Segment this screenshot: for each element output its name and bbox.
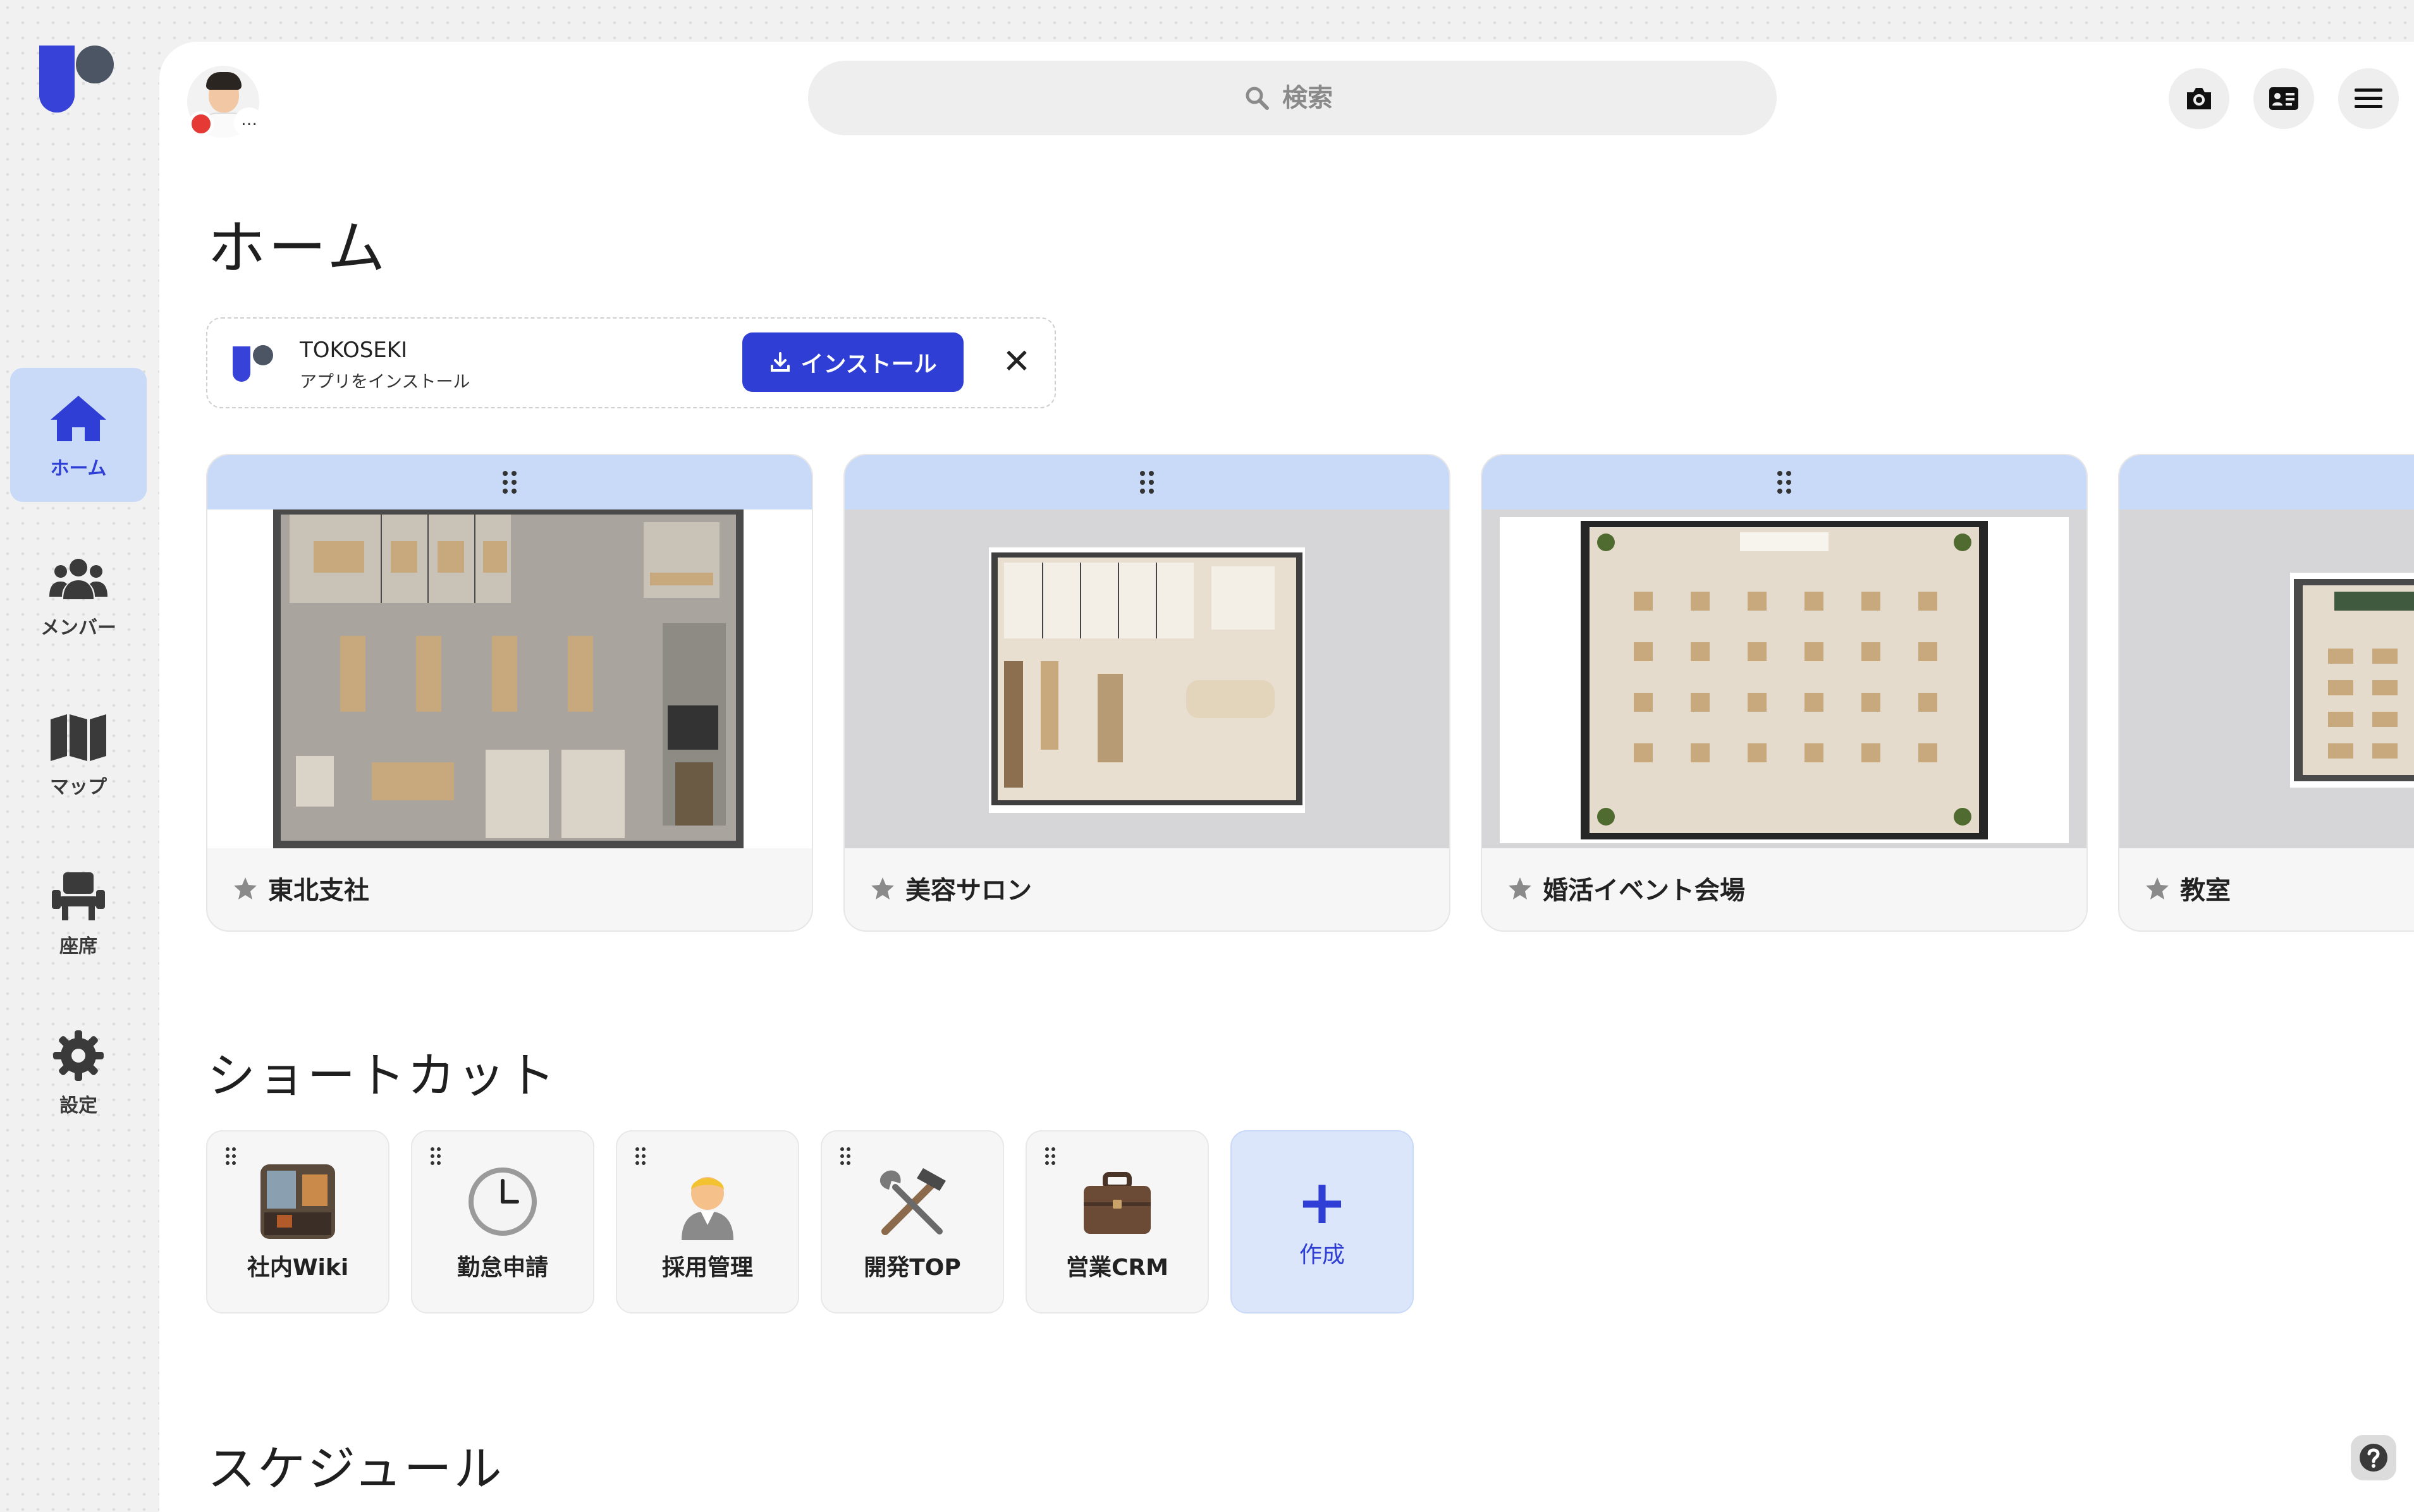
app-logo-small bbox=[233, 343, 277, 383]
search-icon bbox=[1246, 87, 1269, 110]
map-thumbnail bbox=[845, 509, 1449, 848]
install-banner: TOKOSEKI アプリをインストール インストール ✕ bbox=[206, 317, 1056, 408]
nav-seats-label: 座席 bbox=[59, 936, 97, 958]
star-icon[interactable] bbox=[1507, 875, 1533, 901]
nav-seats[interactable]: 座席 bbox=[10, 846, 147, 980]
map-card-title: 美容サロン bbox=[870, 870, 1032, 906]
briefcase-icon bbox=[1084, 1172, 1151, 1234]
schedule-title: スケジュール bbox=[207, 1441, 504, 1497]
map-card[interactable]: 教室 bbox=[2118, 454, 2414, 932]
search-input[interactable] bbox=[1281, 83, 1340, 113]
help-icon bbox=[2360, 1444, 2387, 1472]
plus-icon: + bbox=[1296, 1167, 1348, 1238]
install-subtitle: アプリをインストール bbox=[300, 372, 470, 392]
map-name: 婚活イベント会場 bbox=[1543, 876, 1745, 905]
map-name: 美容サロン bbox=[905, 876, 1032, 905]
drag-handle[interactable] bbox=[845, 455, 1449, 509]
star-icon[interactable] bbox=[2145, 875, 2170, 901]
status-indicator bbox=[188, 111, 214, 137]
map-card[interactable]: 美容サロン bbox=[843, 454, 1450, 932]
drag-handle[interactable] bbox=[1482, 455, 2086, 509]
nav-map[interactable]: マップ bbox=[10, 686, 147, 820]
install-button-label: インストール bbox=[800, 351, 937, 377]
search-bar[interactable] bbox=[808, 61, 1777, 135]
grip-icon bbox=[503, 471, 517, 494]
id-card-button[interactable] bbox=[2253, 68, 2314, 129]
shortcut-item[interactable]: 採用管理 bbox=[616, 1130, 799, 1314]
chair-icon bbox=[52, 872, 105, 920]
shortcut-item[interactable]: 勤怠申請 bbox=[411, 1130, 594, 1314]
map-card[interactable]: 東北支社 bbox=[206, 454, 813, 932]
nav-members-label: メンバー bbox=[40, 617, 116, 639]
shortcuts-title: ショートカット bbox=[207, 1047, 557, 1104]
star-icon[interactable] bbox=[233, 875, 258, 901]
app-logo[interactable] bbox=[39, 46, 121, 115]
map-name: 教室 bbox=[2180, 876, 2231, 905]
grip-icon bbox=[1777, 471, 1791, 494]
shortcut-item[interactable]: 営業CRM bbox=[1026, 1130, 1209, 1314]
map-card-title: 教室 bbox=[2145, 870, 2231, 906]
office-photo-icon bbox=[260, 1164, 335, 1239]
camera-button[interactable] bbox=[2169, 68, 2229, 129]
users-icon bbox=[49, 559, 107, 599]
shortcut-label: 社内Wiki bbox=[247, 1255, 349, 1281]
grip-icon[interactable] bbox=[840, 1147, 852, 1166]
shortcut-label: 勤怠申請 bbox=[456, 1255, 548, 1281]
hamburger-icon bbox=[2355, 88, 2382, 108]
home-icon bbox=[51, 396, 106, 441]
grip-icon bbox=[1140, 471, 1154, 494]
nav-members[interactable]: メンバー bbox=[10, 527, 147, 661]
shortcut-label: 営業CRM bbox=[1066, 1255, 1168, 1281]
grip-icon[interactable] bbox=[1045, 1147, 1057, 1166]
shortcut-item[interactable]: 開発TOP bbox=[821, 1130, 1004, 1314]
grip-icon[interactable] bbox=[635, 1147, 647, 1166]
map-thumbnail bbox=[207, 509, 812, 848]
nav-settings-label: 設定 bbox=[59, 1095, 97, 1117]
nav-map-label: マップ bbox=[50, 776, 107, 798]
gear-icon bbox=[53, 1030, 104, 1081]
close-icon[interactable]: ✕ bbox=[998, 343, 1036, 381]
shortcut-item[interactable]: 社内Wiki bbox=[206, 1130, 389, 1314]
id-card-icon bbox=[2269, 87, 2298, 110]
status-menu-button[interactable]: … bbox=[234, 107, 264, 138]
create-shortcut-button[interactable]: + 作成 bbox=[1230, 1130, 1414, 1314]
page-title: ホーム bbox=[207, 214, 388, 282]
main-panel: … ホーム bbox=[159, 42, 2414, 1512]
create-label: 作成 bbox=[1299, 1242, 1345, 1268]
map-thumbnail bbox=[2119, 509, 2414, 848]
grip-icon[interactable] bbox=[225, 1147, 238, 1166]
menu-button[interactable] bbox=[2338, 68, 2399, 129]
camera-icon bbox=[2187, 88, 2211, 109]
map-name: 東北支社 bbox=[268, 876, 369, 905]
shortcut-label: 採用管理 bbox=[661, 1255, 753, 1281]
nav-settings[interactable]: 設定 bbox=[10, 1005, 147, 1139]
clock-icon bbox=[469, 1168, 537, 1236]
map-card[interactable]: 婚活イベント会場 bbox=[1481, 454, 2088, 932]
person-icon bbox=[682, 1177, 733, 1240]
map-cards: 東北支社 美容サロン 婚活イベント会場 教室 bbox=[206, 454, 2414, 932]
download-icon bbox=[771, 352, 790, 372]
map-card-title: 東北支社 bbox=[233, 870, 369, 906]
nav-home-label: ホーム bbox=[50, 458, 107, 480]
map-thumbnail bbox=[1482, 509, 2086, 848]
map-card-title: 婚活イベント会場 bbox=[1507, 870, 1745, 906]
drag-handle[interactable] bbox=[2119, 455, 2414, 509]
help-button[interactable] bbox=[2351, 1435, 2396, 1480]
install-app-name: TOKOSEKI bbox=[300, 338, 408, 363]
shortcut-label: 開発TOP bbox=[864, 1255, 961, 1281]
install-button[interactable]: インストール bbox=[742, 332, 964, 392]
tools-icon bbox=[879, 1168, 946, 1235]
nav-home[interactable]: ホーム bbox=[10, 368, 147, 502]
map-icon bbox=[51, 714, 106, 761]
drag-handle[interactable] bbox=[207, 455, 812, 509]
grip-icon[interactable] bbox=[430, 1147, 443, 1166]
star-icon[interactable] bbox=[870, 875, 895, 901]
